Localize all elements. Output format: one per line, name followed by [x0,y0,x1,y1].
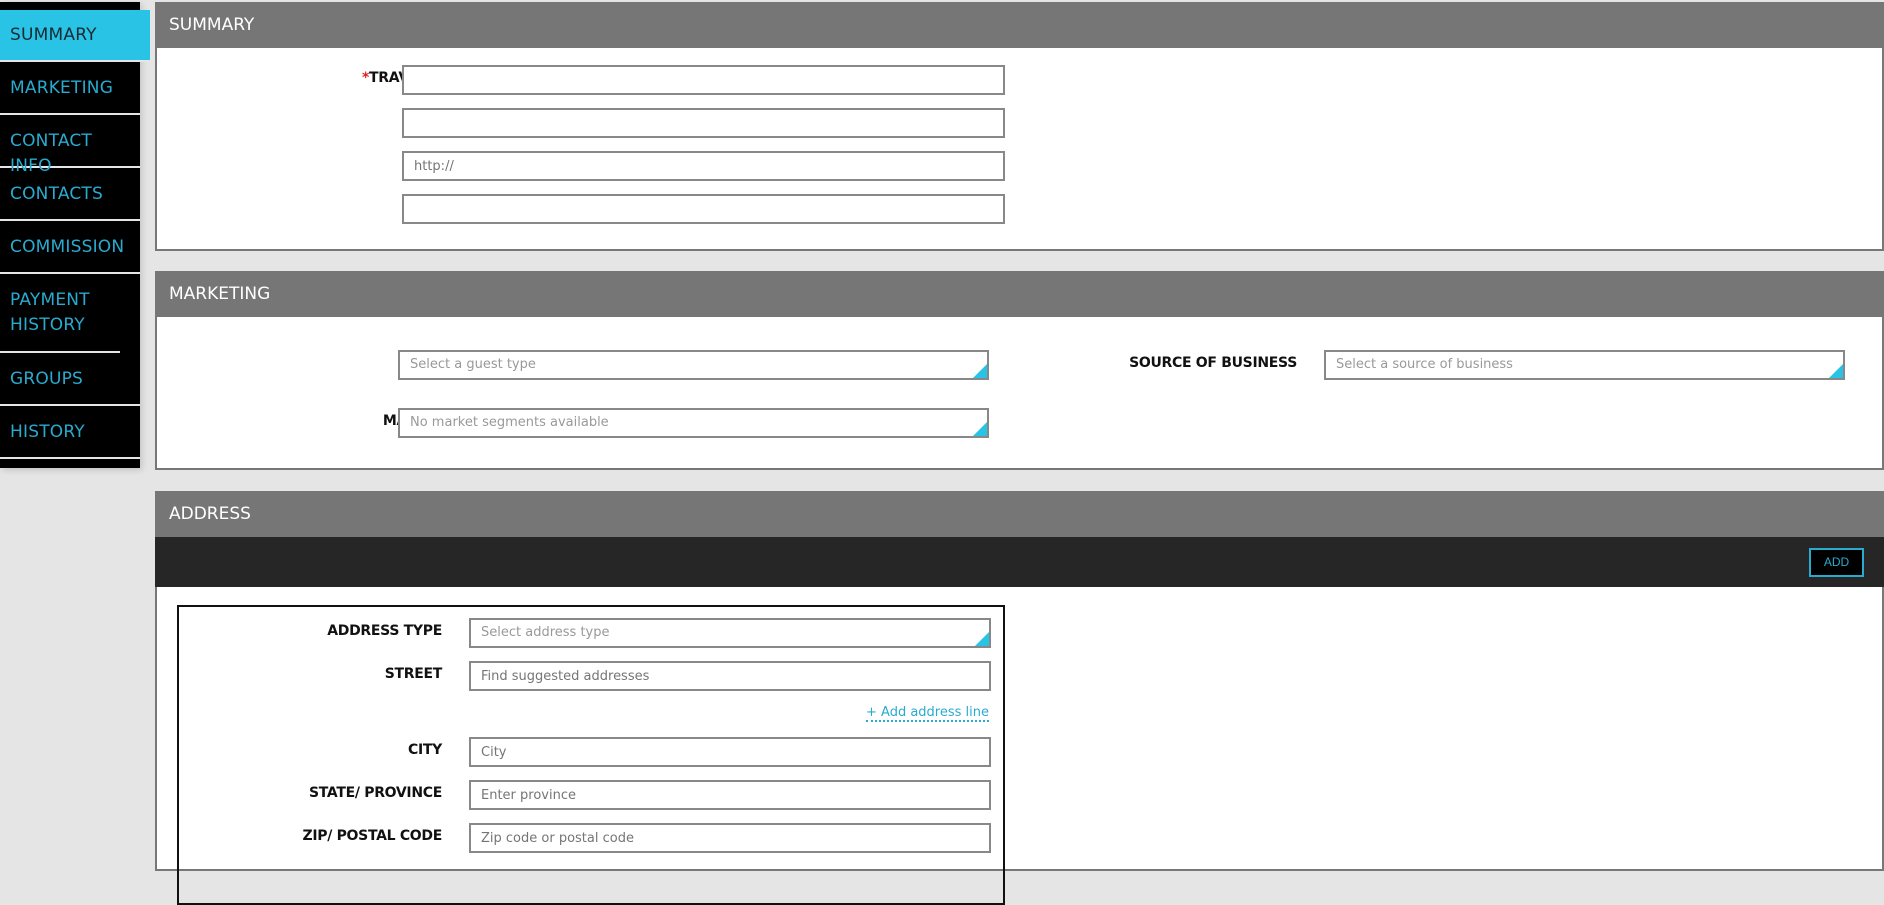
city-input[interactable] [469,737,991,767]
marketing-section-header: MARKETING [155,271,1884,317]
guest-type-placeholder: Select a guest type [410,357,536,372]
add-address-line-link[interactable]: + Add address line [866,706,989,722]
sidebar-item-marketing[interactable]: MARKETING [0,62,140,115]
sidebar-item-groups[interactable]: GROUPS [0,353,140,406]
guest-type-select[interactable]: Select a guest type [398,350,989,380]
address-type-select[interactable]: Select address type [469,618,991,648]
address-section: ADDRESS ADD ADDRESS TYPE Select address … [155,491,1884,905]
address-section-header: ADDRESS [155,491,1884,537]
dropdown-corner-icon [973,422,987,436]
dropdown-corner-icon [975,632,989,646]
source-of-business-label: SOURCE OF BUSINESS [1129,355,1297,371]
address-type-label: ADDRESS TYPE [327,623,442,639]
pronounced-input[interactable] [402,108,1005,138]
zip-postal-code-label: ZIP/ POSTAL CODE [302,828,442,844]
marketing-section: MARKETING GUEST TYPE Select a guest type… [155,271,1884,470]
required-marker: * [362,70,370,86]
summary-section: SUMMARY *TRAVEL AGENCY NAME PRONOUNCED W… [155,2,1884,251]
sidebar-item-payment-history[interactable]: PAYMENT HISTORY [0,274,120,353]
dropdown-corner-icon [973,364,987,378]
travel-agency-name-input[interactable] [402,65,1005,95]
iata-number-input[interactable] [402,194,1005,224]
sidebar-item-commission[interactable]: COMMISSION [0,221,140,274]
source-of-business-placeholder: Select a source of business [1336,357,1513,372]
add-address-button[interactable]: ADD [1809,548,1864,577]
address-type-placeholder: Select address type [481,625,610,640]
street-input[interactable] [469,661,991,691]
sidebar-item-history[interactable]: HISTORY [0,406,140,459]
website-input[interactable] [402,151,1005,181]
market-segment-placeholder: No market segments available [410,415,609,430]
zip-postal-code-input[interactable] [469,823,991,853]
address-toolbar: ADD [155,537,1884,587]
sidebar-item-summary[interactable]: SUMMARY [0,10,150,62]
sidebar-item-contact-info[interactable]: CONTACT INFO [0,115,140,176]
source-of-business-select[interactable]: Select a source of business [1324,350,1845,380]
sidebar-nav: SUMMARY MARKETING CONTACT INFO CONTACTS … [0,2,150,468]
state-province-input[interactable] [469,780,991,810]
state-province-label: STATE/ PROVINCE [308,785,442,801]
address-card: ADDRESS TYPE Select address type STREET … [177,605,1005,905]
summary-section-header: SUMMARY [155,2,1884,48]
street-label: STREET [384,666,443,682]
dropdown-corner-icon [1829,364,1843,378]
market-segment-select[interactable]: No market segments available [398,408,989,438]
city-label: CITY [408,742,442,758]
